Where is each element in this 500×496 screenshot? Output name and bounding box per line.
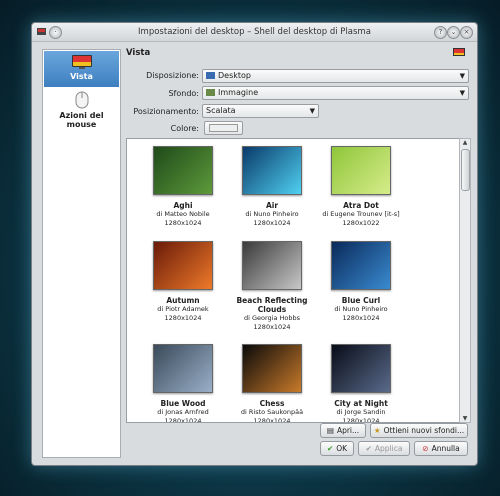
settings-window: · Impostazioni del desktop – Shell del d… [31,22,478,466]
layout-value: Desktop [218,71,251,80]
sidebar-item-label: Vista [70,72,93,81]
wallpaper-author: di Eugene Trounev [it-s] [322,210,400,218]
wallpaper-size: 1280x1024 [253,417,291,423]
close-icon[interactable]: × [460,26,473,39]
cancel-button-label: Annulla [431,444,460,453]
sidebar-item-label: Azioni del mouse [59,111,104,129]
wallpaper-size: 1280x1024 [164,219,202,227]
image-icon [206,89,215,96]
chevron-down-icon: ▼ [459,89,465,97]
sidebar-item-mouse-actions[interactable]: Azioni del mouse [44,90,119,129]
chevron-down-icon: ▼ [459,72,465,80]
wallpaper-name: Atra Dot [343,201,379,210]
wallpaper-author: di Jonas Arnfred [157,408,209,416]
apply-button-label: Applica [374,444,403,453]
monitor-icon [453,48,465,56]
wallpaper-author: di Piotr Adamek [157,305,209,313]
wallpaper-tile[interactable]: Chess di Risto Saukonpää 1280x1024 [228,344,316,423]
wallpaper-author: di Nuno Pinheiro [245,210,299,218]
get-new-button-label: Ottieni nuovi sfondi... [383,426,465,435]
wallpaper-name: Beach Reflecting Clouds [236,296,308,314]
color-label: Colore: [170,124,199,133]
document-icon: ▤ [326,426,334,435]
gallery-scrollbar[interactable]: ▲ ▼ [459,138,471,423]
section-title: Vista [126,48,151,58]
wallpaper-author: di Nuno Pinheiro [334,305,388,313]
wallpaper-size: 1280x1024 [253,323,291,331]
wallpaper-thumbnail [331,344,391,393]
wallpaper-size: 1280x1024 [253,219,291,227]
wallpaper-author: di Matteo Nobile [156,210,210,218]
wallpaper-name: City at Night [334,399,388,408]
check-icon: ✔ [326,444,334,453]
wallpaper-tile[interactable]: Air di Nuno Pinheiro 1280x1024 [228,146,316,228]
wallpaper-name: Air [265,201,279,210]
monitor-icon [71,55,92,69]
wallpaper-value: Immagine [218,88,259,97]
wallpaper-thumbnail [331,241,391,290]
window-title: Impostazioni del desktop – Shell del des… [138,27,371,37]
open-button-label: Apri... [336,426,360,435]
sidebar-item-vista[interactable]: Vista [44,51,119,87]
help-icon[interactable]: ? [434,26,447,39]
cancel-button[interactable]: ⊘ Annulla [414,441,468,456]
ok-button[interactable]: ✔ OK [320,441,354,456]
wallpaper-name: Chess [259,399,285,408]
open-button[interactable]: ▤ Apri... [320,423,366,438]
color-swatch [209,124,238,132]
wallpaper-tile[interactable]: Autumn di Piotr Adamek 1280x1024 [139,241,227,323]
wallpaper-thumbnail [242,146,302,195]
get-new-wallpapers-button[interactable]: ★ Ottieni nuovi sfondi... [370,423,468,438]
wallpaper-thumbnail [331,146,391,195]
wallpaper-author: di Risto Saukonpää [240,408,304,416]
wallpaper-size: 1280x1024 [164,314,202,322]
minimize-icon[interactable]: ⌄ [447,26,460,39]
wallpaper-label: Sfondo: [168,89,199,98]
wallpaper-tile[interactable]: Aghi di Matteo Nobile 1280x1024 [139,146,227,228]
wallpaper-name: Blue Curl [341,296,381,305]
wallpaper-gallery[interactable]: Aghi di Matteo Nobile 1280x1024 Air di Nuno … [126,138,461,423]
wallpaper-author: di Georgia Hobbs [243,314,301,322]
scroll-down-icon[interactable]: ▼ [461,415,469,422]
wallpaper-name: Blue Wood [160,399,206,408]
category-sidebar: Vista Azioni del mouse [42,49,121,458]
apply-button[interactable]: ✔ Applica [358,441,410,456]
positioning-label: Posizionamento: [133,107,199,116]
layout-label: Disposizione: [146,71,199,80]
wallpaper-select[interactable]: Immagine ▼ [202,86,469,100]
ok-button-label: OK [336,444,348,453]
star-icon: ★ [373,426,381,435]
wallpaper-tile[interactable]: City at Night di Jorge Sandin 1280x1024 [317,344,405,422]
cancel-icon: ⊘ [422,444,429,453]
wallpaper-thumbnail [153,146,213,195]
scroll-up-icon[interactable]: ▲ [461,139,469,146]
wallpaper-tile[interactable]: Atra Dot di Eugene Trounev [it-s] 1280x102… [317,146,405,228]
title-bar[interactable]: · Impostazioni del desktop – Shell del d… [32,23,477,42]
color-picker-button[interactable] [204,121,243,135]
chevron-down-icon: ▼ [309,107,315,115]
wallpaper-name: Aghi [173,201,193,210]
desktop-icon [206,72,215,79]
wallpaper-size: 1280x1024 [342,314,380,322]
wallpaper-thumbnail [153,344,213,393]
plasma-app-icon [37,28,46,35]
wallpaper-thumbnail [242,344,302,393]
check-icon: ✔ [365,444,372,453]
pin-icon[interactable]: · [49,26,62,39]
wallpaper-thumbnail [242,241,302,290]
wallpaper-size: 1280x1024 [164,417,202,423]
positioning-select[interactable]: Scalata ▼ [202,104,319,118]
layout-select[interactable]: Desktop ▼ [202,69,469,83]
scroll-thumb[interactable] [461,149,470,191]
wallpaper-tile[interactable]: Blue Wood di Jonas Arnfred 1280x1024 [139,344,227,423]
wallpaper-author: di Jorge Sandin [336,408,386,416]
mouse-icon [75,91,88,109]
positioning-value: Scalata [206,106,236,115]
wallpaper-size: 1280x1022 [342,219,380,227]
wallpaper-name: Autumn [166,296,200,305]
wallpaper-tile[interactable]: Blue Curl di Nuno Pinheiro 1280x1024 [317,241,405,323]
wallpaper-thumbnail [153,241,213,290]
wallpaper-tile[interactable]: Beach Reflecting Clouds di Georgia Hobbs 1… [228,241,316,332]
